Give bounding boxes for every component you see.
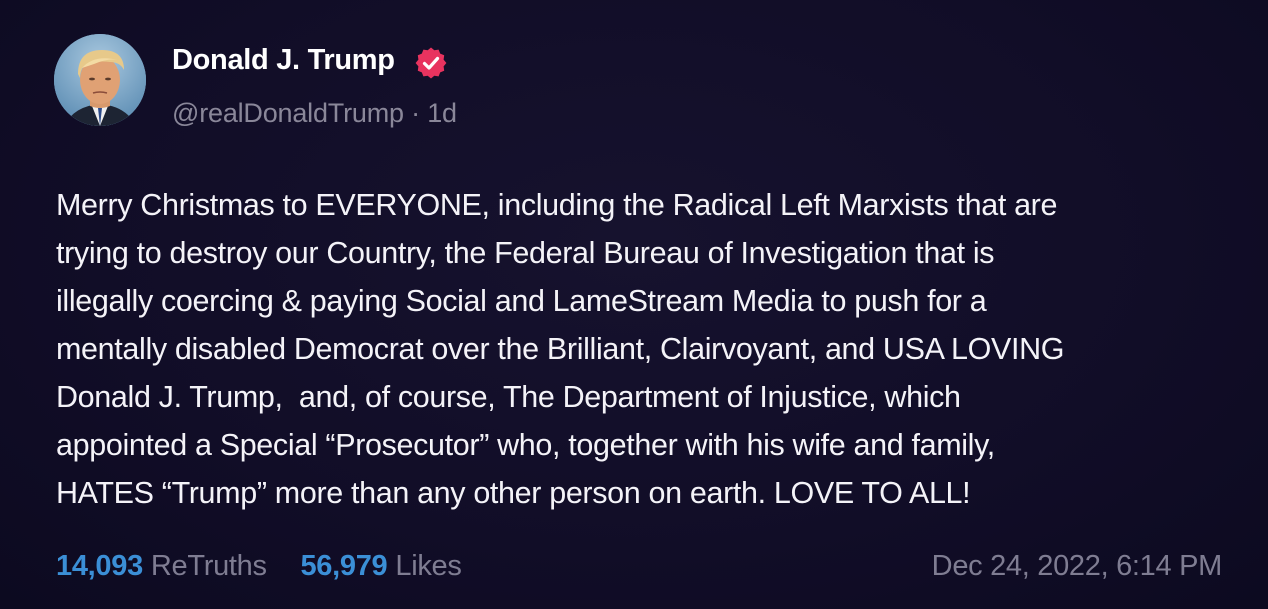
likes-count: 56,979: [300, 550, 388, 582]
likes-stat[interactable]: 56,979 Likes: [300, 550, 461, 582]
author-handle[interactable]: @realDonaldTrump: [172, 98, 404, 128]
post-line: Merry Christmas to EVERYONE, including t…: [56, 188, 1058, 222]
post-line: mentally disabled Democrat over the Bril…: [56, 332, 1065, 366]
retruths-stat[interactable]: 14,093 ReTruths: [56, 550, 267, 582]
author-handle-line: @realDonaldTrump · 1d: [172, 98, 457, 129]
retruths-count: 14,093: [56, 550, 143, 582]
truth-post-card: Donald J. Trump @realDonaldTrump · 1d Me…: [0, 0, 1268, 609]
post-line: appointed a Special “Prosecutor” who, to…: [56, 428, 995, 462]
likes-label: Likes: [395, 550, 462, 582]
relative-time[interactable]: 1d: [427, 98, 457, 128]
retruths-label: ReTruths: [150, 550, 267, 582]
handle-separator: ·: [411, 98, 420, 128]
post-line: HATES “Trump” more than any other person…: [56, 476, 971, 510]
post-body: Merry Christmas to EVERYONE, including t…: [56, 181, 1246, 517]
post-line: illegally coercing & paying Social and L…: [56, 284, 987, 318]
author-display-name[interactable]: Donald J. Trump: [172, 44, 395, 77]
engagement-stats: 14,093 ReTruths 56,979 Likes: [56, 550, 488, 583]
post-timestamp[interactable]: Dec 24, 2022, 6:14 PM: [932, 550, 1223, 583]
avatar[interactable]: [54, 34, 146, 126]
post-line: trying to destroy our Country, the Feder…: [56, 236, 995, 270]
post-line: Donald J. Trump, and, of course, The Dep…: [56, 380, 961, 414]
avatar-portrait-image: [54, 34, 146, 126]
verified-badge-icon: [415, 47, 447, 79]
